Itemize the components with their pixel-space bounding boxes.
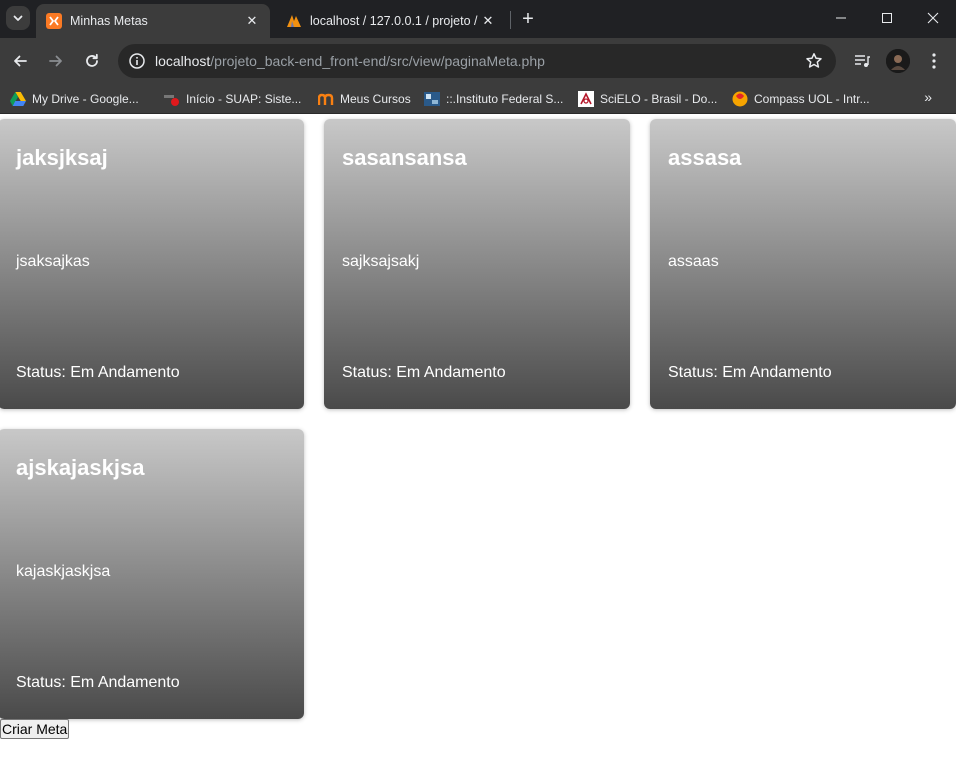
bookmark-meus-cursos[interactable]: Meus Cursos [318,89,411,109]
maximize-icon [882,13,892,23]
moodle-icon [318,91,334,107]
bookmark-scielo[interactable]: SciELO - Brasil - Do... [578,89,717,109]
meta-card[interactable]: ajskajaskjsa kajaskjaskjsa Status: Em An… [0,429,304,719]
bookmark-label: ::.Instituto Federal S... [446,92,564,106]
bookmark-my-drive[interactable]: My Drive - Google... [10,89,139,109]
meta-card[interactable]: sasansansa sajksajsakj Status: Em Andame… [324,119,630,409]
url-path: /projeto_back-end_front-end/src/view/pag… [210,53,545,69]
site-info-icon[interactable] [126,50,148,72]
bookmark-suap[interactable]: Início - SUAP: Siste... [164,89,301,109]
url-text[interactable]: localhost/projeto_back-end_front-end/src… [155,44,545,78]
browser-toolbar: localhost/projeto_back-end_front-end/src… [0,38,956,84]
tab-strip: Minhas Metas ✕ localhost / 127.0.0.1 / p… [0,0,956,38]
tab-search-button[interactable] [6,6,30,30]
maximize-button[interactable] [864,0,910,36]
scielo-icon [578,91,594,107]
arrow-left-icon [14,55,27,67]
xampp-icon [46,13,62,29]
bookmark-label: My Drive - Google... [32,92,139,106]
tab-phpmyadmin[interactable]: localhost / 127.0.0.1 / projeto / ✕ [276,4,506,38]
chevron-down-icon [13,15,23,21]
meta-status: Status: Em Andamento [16,364,180,381]
bookmark-star-icon[interactable] [804,51,824,71]
meta-status: Status: Em Andamento [342,364,506,381]
meta-status: Status: Em Andamento [668,364,832,381]
meta-card[interactable]: assasa assaas Status: Em Andamento [650,119,956,409]
meta-title: jaksjksaj [16,145,108,170]
close-tab-icon[interactable]: ✕ [242,11,262,31]
bookmark-compass-uol[interactable]: Compass UOL - Intr... [732,89,870,109]
tab-separator [510,11,511,29]
page-viewport: jaksjksaj jsaksajkas Status: Em Andament… [0,114,956,766]
media-controls-icon[interactable] [850,49,874,73]
meta-title: ajskajaskjsa [16,455,145,480]
ifs-icon [424,91,440,107]
meta-description: assaas [668,253,719,270]
meta-title: assasa [668,145,742,170]
meta-status: Status: Em Andamento [16,674,180,691]
arrow-right-icon [49,55,62,67]
tab-title: localhost / 127.0.0.1 / projeto / [310,14,478,28]
tab-minhas-metas[interactable]: Minhas Metas ✕ [36,4,270,38]
bookmark-label: SciELO - Brasil - Do... [600,92,718,106]
profile-avatar[interactable] [886,49,910,73]
bookmark-label: Compass UOL - Intr... [754,92,870,106]
back-button[interactable] [6,47,34,75]
close-icon [927,12,939,24]
new-tab-button[interactable]: + [516,7,540,31]
bookmark-label: Meus Cursos [340,92,411,106]
close-tab-icon[interactable]: ✕ [478,11,498,31]
phpmyadmin-icon [286,13,302,29]
reload-icon [86,53,98,67]
tab-title: Minhas Metas [70,14,148,28]
minimize-button[interactable] [818,0,864,36]
meta-card[interactable]: jaksjksaj jsaksajkas Status: Em Andament… [0,119,304,409]
meta-description: sajksajsakj [342,253,420,270]
meta-title: sasansansa [342,145,467,170]
meta-description: kajaskjaskjsa [16,563,111,580]
close-window-button[interactable] [910,0,956,36]
minimize-icon [836,17,846,19]
google-drive-icon [10,91,26,107]
meta-description: jsaksajkas [16,253,90,270]
forward-button[interactable] [42,47,70,75]
compass-icon [732,91,748,107]
bookmark-label: Início - SUAP: Siste... [186,92,302,106]
suap-icon [164,91,180,107]
more-bookmarks-icon[interactable]: » [924,89,932,105]
create-meta-button[interactable]: Criar Meta [0,719,70,739]
more-menu-icon[interactable] [922,49,946,73]
reload-button[interactable] [78,47,106,75]
url-host: localhost [155,53,211,69]
bookmark-instituto-federal[interactable]: ::.Instituto Federal S... [424,89,563,109]
bookmarks-bar: My Drive - Google... Início - SUAP: Sist… [0,84,956,114]
address-bar[interactable]: localhost/projeto_back-end_front-end/src… [118,44,836,78]
